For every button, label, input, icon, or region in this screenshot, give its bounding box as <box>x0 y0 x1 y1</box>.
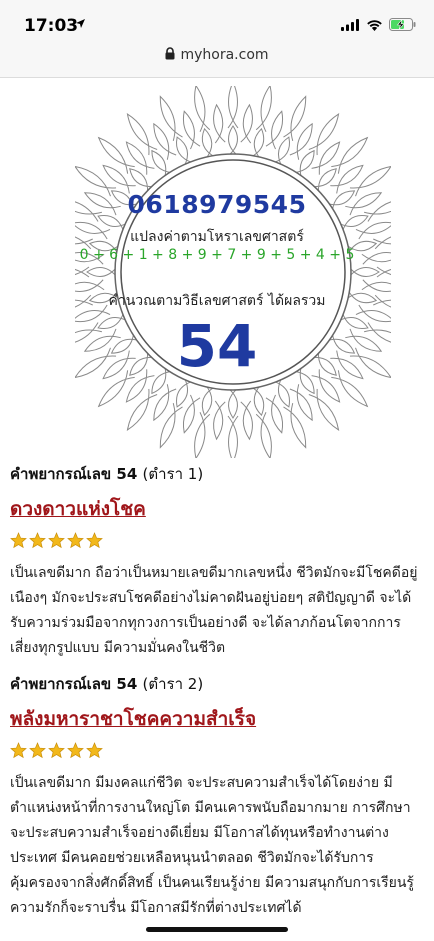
home-indicator[interactable] <box>146 927 288 932</box>
star-icon <box>67 532 84 549</box>
prediction-number: 54 <box>116 675 138 693</box>
star-icon <box>29 742 46 759</box>
star-icon <box>86 532 103 549</box>
location-arrow-icon <box>75 18 86 32</box>
convert-label: แปลงค่าตามโหราเลขศาสตร์ <box>130 229 304 245</box>
prediction-title-link[interactable]: พลังมหาราชาโชคความสำเร็จ <box>10 704 256 734</box>
prediction-number: 54 <box>116 465 138 483</box>
prediction-body: เป็นเลขดีมาก ถือว่าเป็นหมายเลขดีมากเลขหน… <box>10 565 418 656</box>
prediction-heading: คำพยากรณ์เลข 54 (ตำรา 1) <box>10 462 424 486</box>
status-indicators <box>341 16 416 34</box>
star-icon <box>10 532 27 549</box>
url-display[interactable]: myhora.com <box>0 47 434 64</box>
lotus-mandala-frame <box>41 80 425 464</box>
phone-number: 0618979545 <box>127 190 307 219</box>
star-icon <box>67 742 84 759</box>
prediction-heading-prefix: คำพยากรณ์เลข <box>10 675 112 693</box>
cellular-signal-icon <box>341 16 360 35</box>
prediction-source: (ตำรา 1) <box>142 465 204 483</box>
star-icon <box>86 742 103 759</box>
star-rating <box>10 742 424 759</box>
prediction-heading-prefix: คำพยากรณ์เลข <box>10 465 112 483</box>
url-text: myhora.com <box>180 47 269 63</box>
prediction-body: เป็นเลขดีมาก มีมงคลแก่ชีวิต จะประสบความส… <box>10 775 414 916</box>
star-icon <box>10 742 27 759</box>
total-number: 54 <box>176 312 258 380</box>
prediction-section-1: คำพยากรณ์เลข 54 (ตำรา 1) ดวงดาวแห่งโชค เ… <box>10 462 424 661</box>
calc-label: คำนวณตามวิธีเลขศาสตร์ ได้ผลรวม <box>108 293 326 309</box>
star-icon <box>29 532 46 549</box>
wifi-icon <box>366 16 383 35</box>
prediction-title-link[interactable]: ดวงดาวแห่งโชค <box>10 494 146 524</box>
digit-sum: 0 + 6 + 1 + 8 + 9 + 7 + 9 + 5 + 4 + 5 <box>79 247 355 263</box>
star-icon <box>48 742 65 759</box>
prediction-heading: คำพยากรณ์เลข 54 (ตำรา 2) <box>10 672 424 696</box>
browser-address-bar[interactable]: myhora.com <box>0 44 434 78</box>
status-time: 17:03 <box>24 16 79 36</box>
prediction-section-2: คำพยากรณ์เลข 54 (ตำรา 2) พลังมหาราชาโชคค… <box>10 672 424 921</box>
lock-icon <box>165 47 175 64</box>
prediction-source: (ตำรา 2) <box>142 675 204 693</box>
star-rating <box>10 532 424 549</box>
battery-charging-icon <box>389 16 416 35</box>
star-icon <box>48 532 65 549</box>
status-bar: 17:03 <box>0 0 434 44</box>
